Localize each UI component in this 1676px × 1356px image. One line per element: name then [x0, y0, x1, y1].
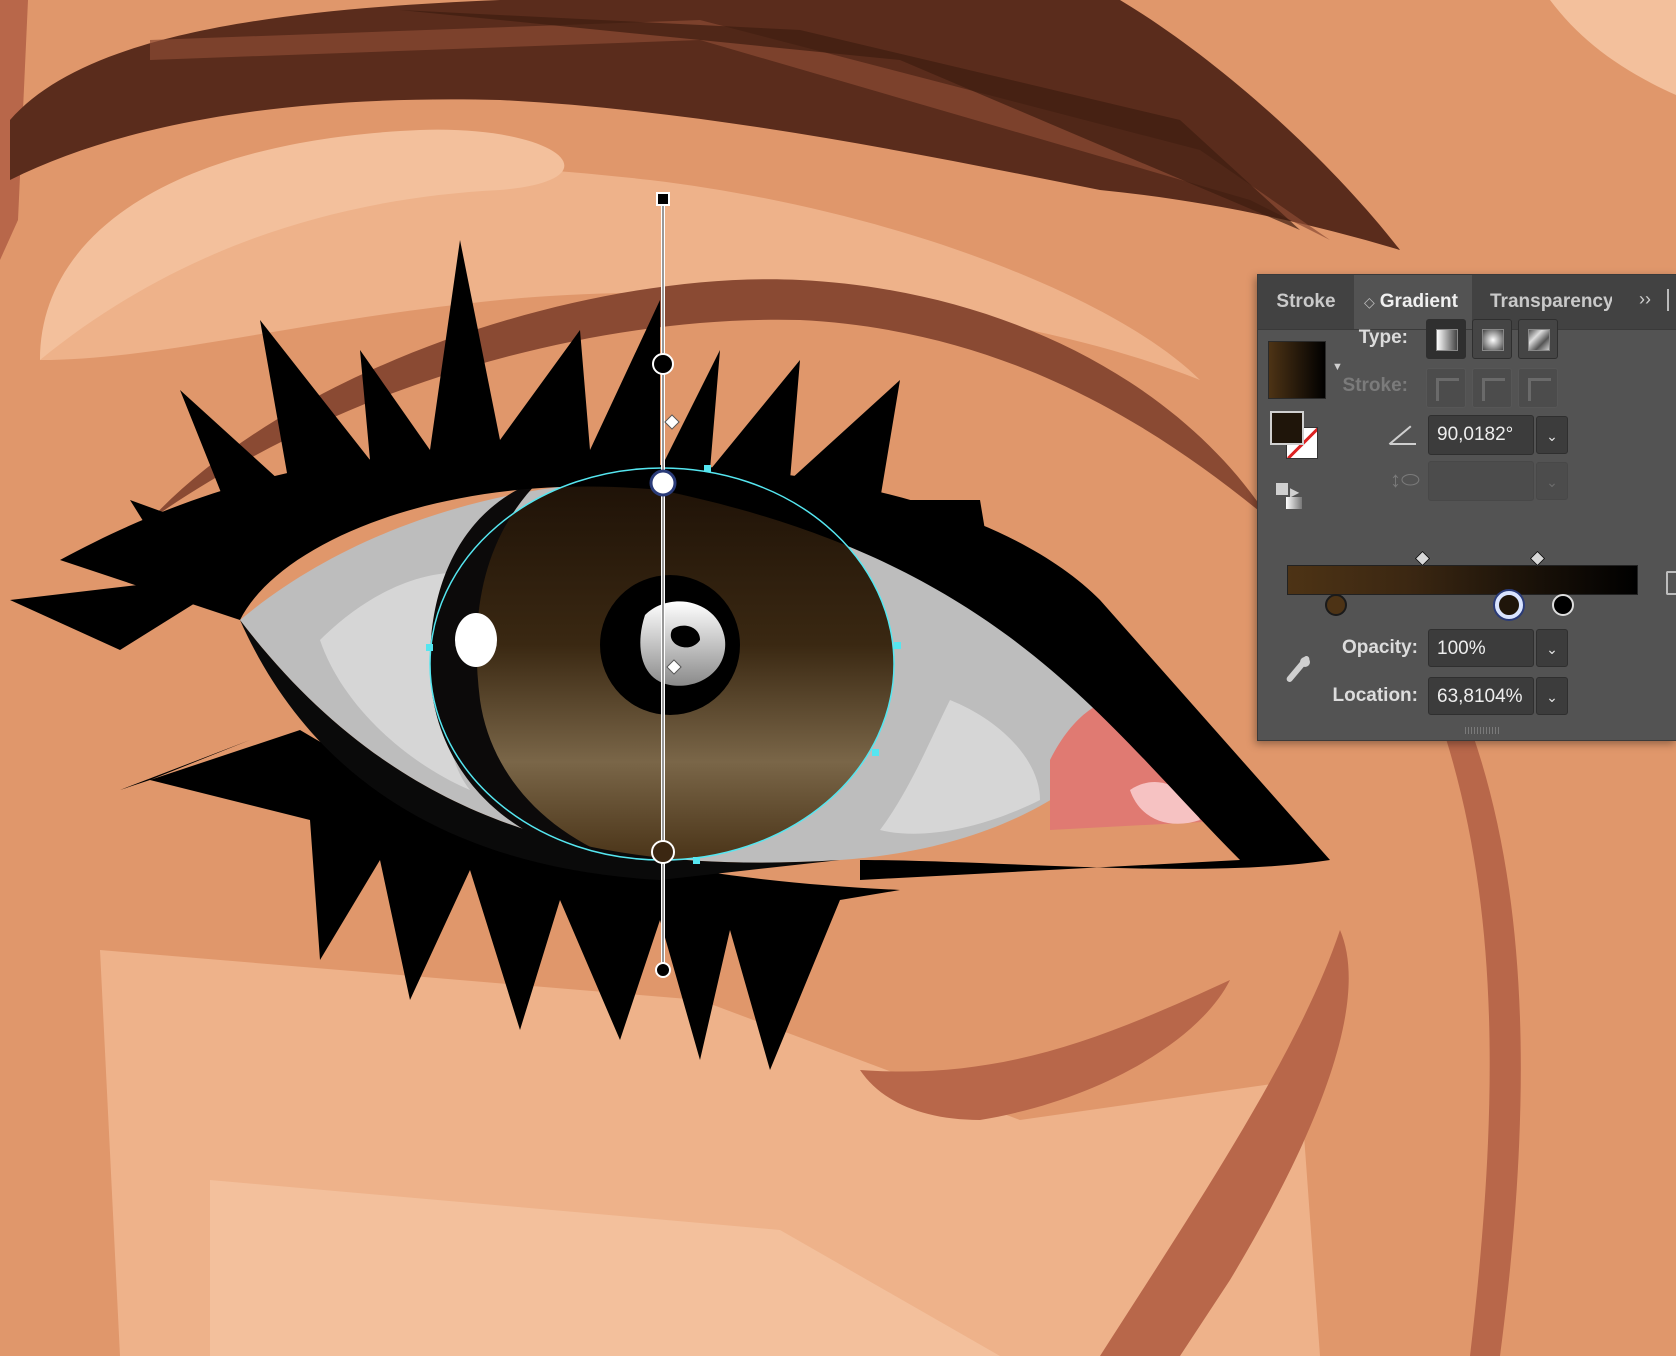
gradient-origin-handle[interactable] — [656, 192, 670, 206]
linear-gradient-button[interactable] — [1426, 319, 1466, 359]
annotator-stop-1[interactable] — [651, 840, 675, 864]
trash-icon[interactable] — [1666, 571, 1676, 595]
opacity-label: Opacity: — [1341, 637, 1418, 658]
chevron-down-icon[interactable]: ▼ — [1332, 361, 1343, 373]
anchor-point[interactable] — [426, 644, 433, 651]
stroke-label: Stroke: — [1342, 375, 1408, 396]
annotator-stop-3[interactable] — [652, 353, 674, 375]
double-chevron-right-icon[interactable]: ›› — [1639, 289, 1651, 310]
reverse-gradient-icon[interactable]: ▶ — [1276, 483, 1306, 509]
gradient-stop-selected[interactable] — [1495, 591, 1523, 619]
gradient-end-handle[interactable] — [655, 962, 671, 978]
location-label: Location: — [1332, 685, 1419, 706]
aspect-ratio-dropdown[interactable]: ⌄ — [1536, 462, 1568, 500]
angle-icon — [1388, 423, 1416, 445]
angle-field[interactable]: 90,0182° — [1428, 415, 1534, 455]
anchor-point[interactable] — [872, 749, 879, 756]
catchlight — [455, 613, 497, 667]
stroke-across-button[interactable] — [1518, 368, 1558, 408]
aspect-ratio-icon: ↕⬭ — [1390, 467, 1420, 492]
anchor-point[interactable] — [693, 857, 700, 864]
opacity-field[interactable]: 100% — [1428, 629, 1534, 667]
gradient-panel: Stroke ◇ Gradient Transparency ›› ▼ ▶ Typ… — [1257, 274, 1676, 741]
freeform-gradient-button[interactable] — [1518, 319, 1558, 359]
gradient-stop[interactable] — [1325, 594, 1347, 616]
opacity-dropdown[interactable]: ⌄ — [1536, 629, 1568, 667]
tab-gradient-label: Gradient — [1379, 291, 1458, 312]
angle-dropdown[interactable]: ⌄ — [1536, 416, 1568, 454]
location-dropdown[interactable]: ⌄ — [1536, 677, 1568, 715]
fill-swatch-icon[interactable] — [1270, 411, 1304, 445]
tab-reorder-icon: ◇ — [1364, 294, 1375, 310]
radial-gradient-button[interactable] — [1472, 319, 1512, 359]
anchor-point[interactable] — [894, 642, 901, 649]
tab-stroke[interactable]: Stroke — [1258, 275, 1354, 329]
panel-tab-bar: Stroke ◇ Gradient Transparency ›› — [1258, 275, 1676, 330]
stroke-along-button[interactable] — [1472, 368, 1512, 408]
gradient-slider[interactable] — [1287, 565, 1638, 595]
eyedropper-icon[interactable] — [1282, 654, 1312, 685]
location-field[interactable]: 63,8104% — [1428, 677, 1534, 715]
panel-menu-icon[interactable] — [1667, 289, 1669, 311]
gradient-stop[interactable] — [1552, 594, 1574, 616]
stroke-within-button[interactable] — [1426, 368, 1466, 408]
panel-resize-grip[interactable] — [1465, 727, 1501, 734]
anchor-point[interactable] — [704, 465, 711, 472]
annotator-stop-2-inner — [657, 477, 669, 489]
type-label: Type: — [1358, 327, 1408, 348]
aspect-ratio-field[interactable] — [1428, 461, 1534, 501]
